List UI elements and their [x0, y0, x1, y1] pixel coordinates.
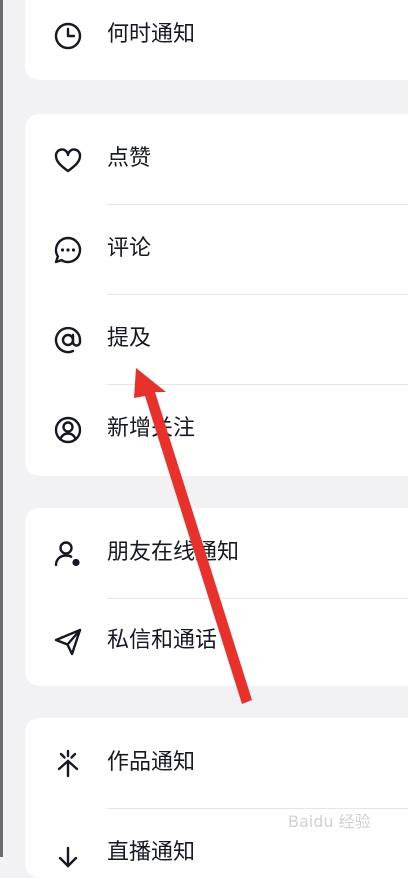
clock-icon	[52, 20, 84, 52]
new-followers-label: 新增关注	[107, 416, 196, 441]
when-to-notify-label: 何时通知	[107, 22, 196, 47]
baidu-watermark: Baidu 经验	[288, 812, 371, 831]
messages-calls-label: 私信和通话	[107, 628, 218, 653]
user-circle-icon	[52, 414, 84, 446]
comments-row[interactable]: 评论	[25, 204, 408, 294]
messages-calls-row[interactable]: 私信和通话	[25, 596, 408, 686]
works-notify-label: 作品通知	[107, 750, 196, 775]
live-notify-label: 直播通知	[107, 840, 196, 865]
heart-icon	[52, 144, 84, 176]
works-notify-row[interactable]: 作品通知	[25, 718, 408, 808]
interactions-card: 点赞 评论 提及 新增关注	[25, 114, 408, 476]
notify-timing-card: 何时通知	[25, 0, 408, 80]
mentions-label: 提及	[107, 326, 152, 351]
comment-icon	[52, 234, 84, 266]
likes-label: 点赞	[107, 146, 152, 171]
content-card: 作品通知 直播通知	[25, 718, 408, 878]
social-card: 朋友在线通知 私信和通话	[25, 508, 408, 686]
friends-online-label: 朋友在线通知	[107, 540, 240, 565]
likes-row[interactable]: 点赞	[25, 114, 408, 204]
comments-label: 评论	[107, 236, 152, 261]
at-icon	[52, 324, 84, 356]
mentions-row[interactable]: 提及	[25, 294, 408, 384]
screen-edge	[0, 0, 3, 857]
user-online-icon	[52, 538, 84, 570]
when-to-notify-row[interactable]: 何时通知	[25, 0, 408, 80]
paper-plane-icon	[52, 626, 84, 658]
new-followers-row[interactable]: 新增关注	[25, 384, 408, 474]
live-icon	[52, 838, 84, 870]
sparkle-icon	[52, 748, 84, 780]
friends-online-row[interactable]: 朋友在线通知	[25, 508, 408, 598]
